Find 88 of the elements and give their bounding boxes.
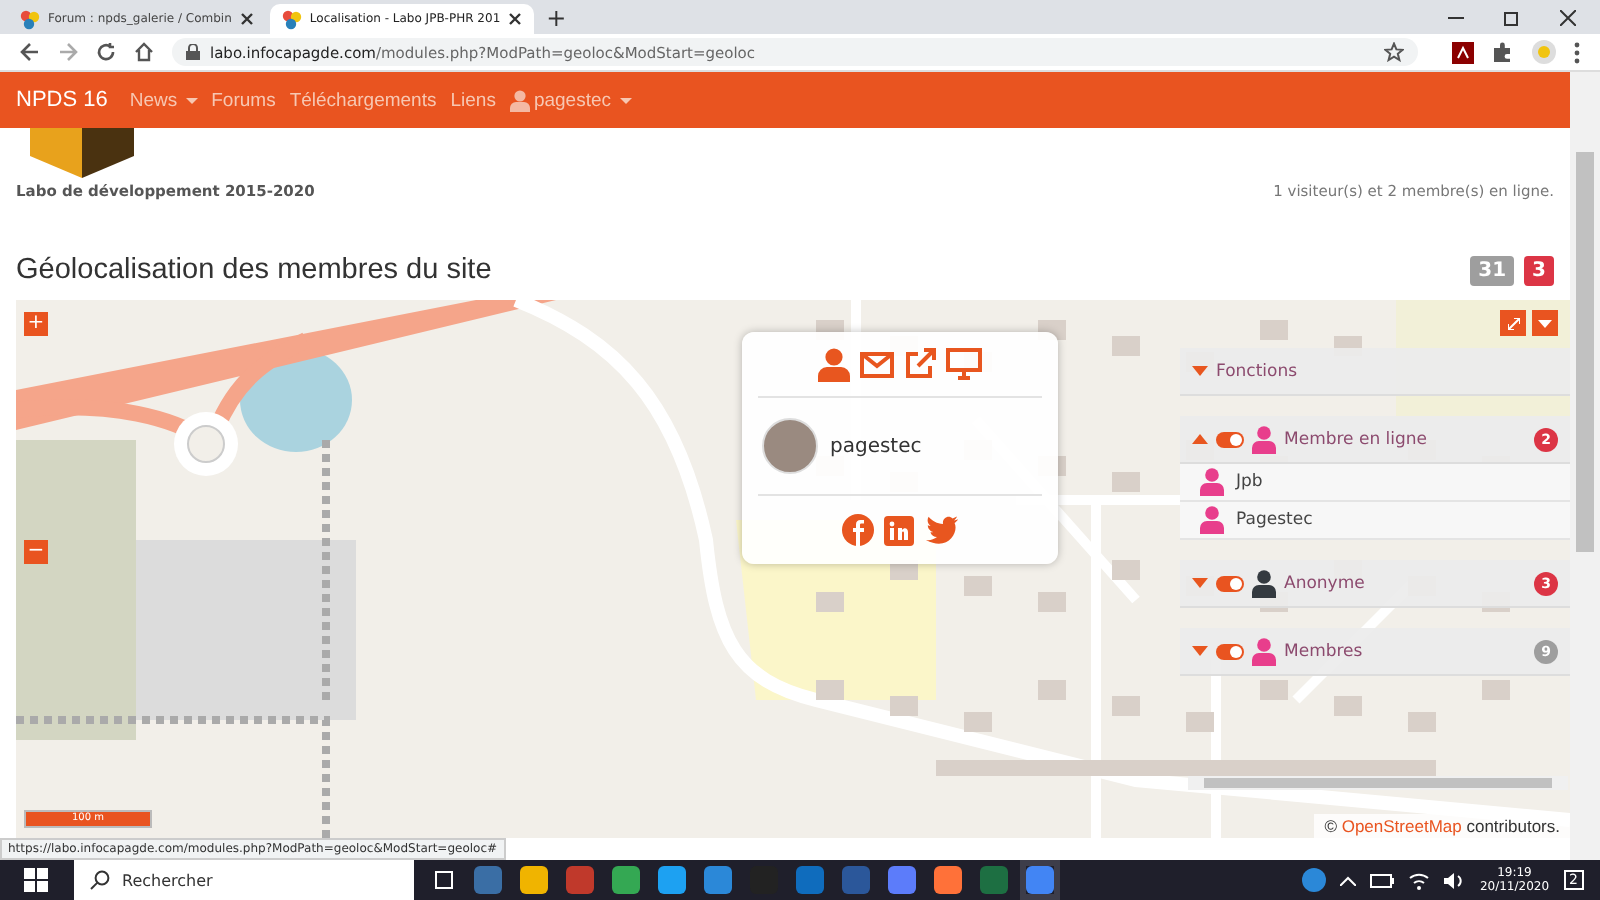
task-view-icon[interactable] <box>432 870 456 890</box>
close-icon[interactable] <box>508 12 523 26</box>
popup-username: pagestec <box>830 435 922 457</box>
speaker-icon[interactable] <box>1443 871 1466 889</box>
monitor-icon[interactable] <box>946 348 982 380</box>
building <box>1112 472 1140 492</box>
building <box>1038 592 1066 612</box>
lock-icon <box>186 44 200 60</box>
building <box>816 680 844 700</box>
app-icon[interactable] <box>658 866 686 894</box>
app-icon[interactable] <box>888 866 916 894</box>
external-link-icon[interactable] <box>904 348 936 380</box>
count-badge: 31 <box>1470 255 1515 285</box>
layer-group-label: Membre en ligne <box>1284 429 1430 449</box>
layer-toggle[interactable] <box>1216 575 1244 591</box>
person-icon <box>1200 468 1224 496</box>
favicon-icon <box>281 9 302 29</box>
caret-icon <box>619 97 632 103</box>
twitter-icon[interactable] <box>924 516 958 544</box>
close-icon[interactable] <box>239 12 254 26</box>
building <box>890 696 918 716</box>
building <box>1112 560 1140 580</box>
panel-toggle-button[interactable] <box>1532 310 1558 336</box>
facebook-icon[interactable] <box>842 514 874 546</box>
building <box>1482 680 1510 700</box>
restore-icon[interactable] <box>1504 9 1520 25</box>
avatar-placeholder <box>762 418 818 474</box>
building <box>1260 680 1288 700</box>
building <box>1334 696 1362 716</box>
layer-group-label: Fonctions <box>1216 361 1300 381</box>
app-icon[interactable] <box>520 866 548 894</box>
member-item[interactable]: Jpb <box>1180 464 1570 502</box>
user-icon[interactable] <box>818 347 850 381</box>
map-attribution: © OpenStreetMap contributors. <box>1314 814 1570 838</box>
app-icon[interactable] <box>934 866 962 894</box>
person-icon <box>1200 506 1224 534</box>
help-icon[interactable] <box>1301 868 1326 892</box>
linkedin-icon[interactable] <box>884 515 914 545</box>
app-icon[interactable] <box>1026 866 1054 894</box>
vertical-scrollbar[interactable] <box>1570 72 1600 860</box>
building <box>1038 680 1066 700</box>
layer-toggle[interactable] <box>1216 643 1244 659</box>
building <box>964 712 992 732</box>
chevron-up-icon[interactable] <box>1339 875 1356 885</box>
expand-icon <box>1507 317 1519 329</box>
building <box>1112 696 1140 716</box>
logo-icon <box>30 128 134 178</box>
brand-link[interactable]: NPDS 16 <box>16 88 108 112</box>
taskbar-search-field[interactable]: Rechercher <box>74 860 414 900</box>
fullscreen-button[interactable] <box>1500 310 1526 336</box>
app-icon[interactable] <box>612 866 640 894</box>
layer-group-label: Anonyme <box>1284 573 1367 593</box>
caret-icon <box>185 97 198 103</box>
count-badge: 3 <box>1524 255 1554 285</box>
wifi-icon[interactable] <box>1407 871 1430 889</box>
building <box>964 576 992 596</box>
zoom-out-button[interactable]: − <box>24 540 48 564</box>
caret-icon <box>1538 319 1552 327</box>
building <box>1112 336 1140 356</box>
building <box>1408 712 1436 732</box>
close-icon[interactable] <box>1560 9 1576 25</box>
windows-start-icon[interactable] <box>24 868 48 892</box>
battery-icon[interactable] <box>1369 873 1394 887</box>
favicon-icon <box>20 9 40 29</box>
search-icon <box>90 870 110 890</box>
envelope-icon[interactable] <box>860 351 894 377</box>
building <box>1186 712 1214 732</box>
horizontal-scrollbar[interactable] <box>1188 776 1568 790</box>
new-tab-button[interactable]: + <box>546 5 567 29</box>
layer-group-header[interactable]: Fonctions <box>1180 348 1570 396</box>
building <box>1260 320 1288 340</box>
kebab-menu-icon[interactable] <box>1574 41 1580 63</box>
star-icon[interactable] <box>1384 42 1404 62</box>
layer-toggle[interactable] <box>1216 431 1244 447</box>
app-icon[interactable] <box>704 866 732 894</box>
building <box>816 592 844 612</box>
pdf-extension-icon[interactable] <box>1452 41 1474 63</box>
openstreetmap-link[interactable]: OpenStreetMap <box>1341 816 1462 836</box>
member-item[interactable]: Pagestec <box>1180 502 1570 540</box>
home-icon[interactable] <box>134 42 154 62</box>
page-title: Géolocalisation des membres du site <box>16 254 492 286</box>
reload-icon[interactable] <box>96 42 116 62</box>
user-icon <box>509 89 530 111</box>
back-icon[interactable] <box>20 42 40 62</box>
zoom-in-button[interactable]: + <box>24 312 48 336</box>
layer-group-label: Membres <box>1284 641 1365 661</box>
roundabout <box>174 412 238 476</box>
puzzle-icon[interactable] <box>1492 41 1514 63</box>
